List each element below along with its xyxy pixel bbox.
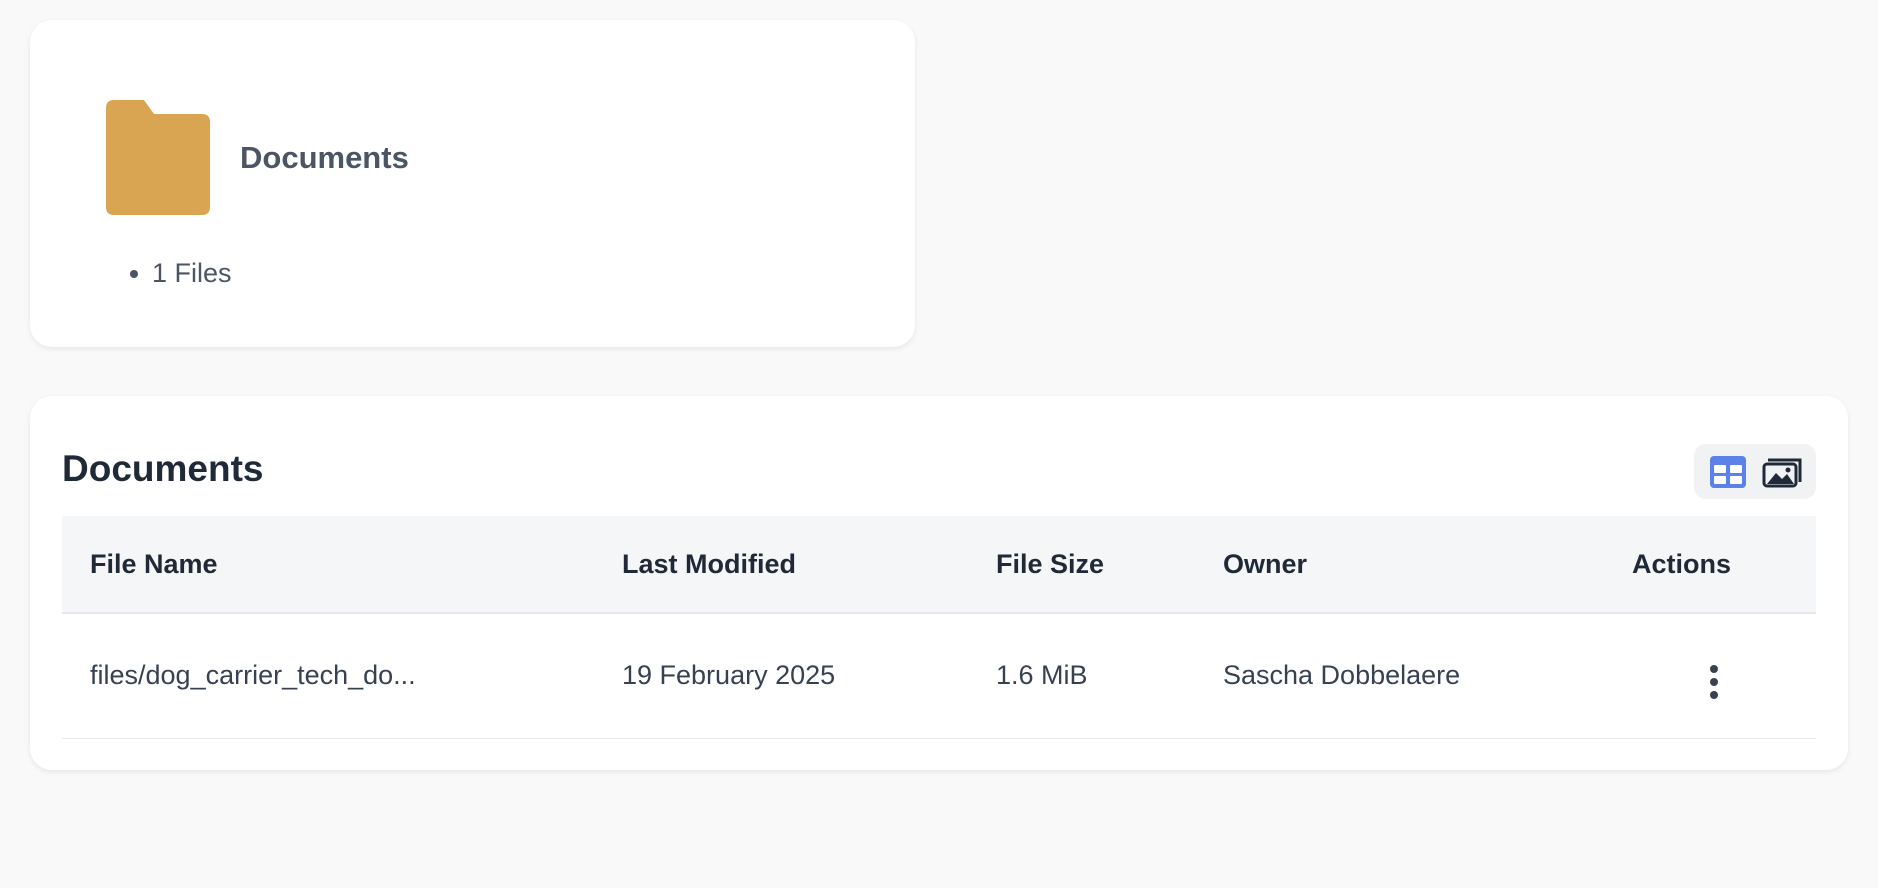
column-header-actions: Actions (1604, 516, 1816, 614)
kebab-dot (1710, 664, 1718, 673)
gallery-view-icon (1762, 458, 1802, 487)
cell-actions (1604, 613, 1816, 739)
table-view-icon (1710, 455, 1746, 488)
view-toggle (1694, 444, 1816, 499)
documents-table-card: Documents File Name Last Modified File S… (30, 396, 1848, 770)
folder-title[interactable]: Documents (240, 140, 409, 176)
cell-file-size: 1.6 MiB (968, 613, 1195, 739)
bullet-icon (130, 269, 138, 278)
kebab-dot (1710, 677, 1718, 686)
column-header-owner[interactable]: Owner (1195, 516, 1604, 614)
folder-icon (106, 100, 210, 215)
column-header-file-name[interactable]: File Name (62, 516, 594, 614)
cell-owner: Sascha Dobbelaere (1195, 613, 1604, 739)
folder-header: Documents (106, 100, 409, 215)
kebab-dot (1710, 690, 1718, 699)
files-table: File Name Last Modified File Size Owner … (62, 516, 1816, 739)
column-header-last-modified[interactable]: Last Modified (594, 516, 968, 614)
cell-last-modified: 19 February 2025 (594, 613, 968, 739)
cell-file-name[interactable]: files/dog_carrier_tech_do... (62, 613, 594, 739)
file-count-label: 1 Files (152, 258, 232, 288)
table-header-row: File Name Last Modified File Size Owner … (62, 516, 1816, 614)
table-view-button[interactable] (1708, 452, 1748, 492)
folder-file-count: 1 Files (130, 258, 232, 289)
column-header-file-size[interactable]: File Size (968, 516, 1195, 614)
gallery-view-button[interactable] (1762, 452, 1802, 492)
folder-card[interactable]: Documents 1 Files (30, 20, 915, 347)
table-row[interactable]: files/dog_carrier_tech_do... 19 February… (62, 613, 1816, 739)
more-vertical-icon[interactable] (1706, 661, 1722, 703)
section-title: Documents (62, 448, 264, 489)
